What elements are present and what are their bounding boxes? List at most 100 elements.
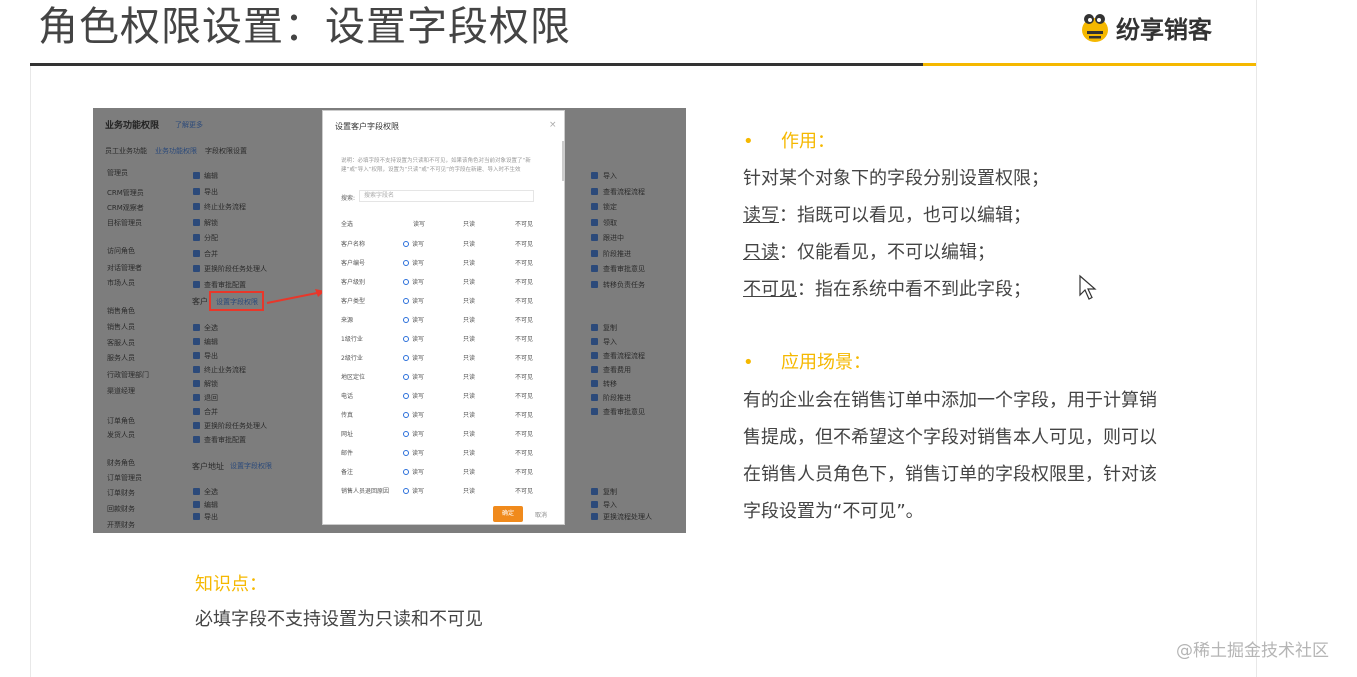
bg-sidebar-item: 销售角色 — [107, 307, 135, 315]
invisible-option[interactable]: 不可见 — [515, 429, 533, 438]
radio-icon[interactable] — [403, 488, 409, 494]
invisible-option[interactable]: 不可见 — [515, 239, 533, 248]
invisible-option[interactable]: 不可见 — [515, 334, 533, 343]
bg-permission-item: 导入 — [603, 338, 617, 346]
read-only-option[interactable]: 只读 — [463, 239, 475, 248]
read-only-option[interactable]: 只读 — [463, 391, 475, 400]
invisible-option[interactable]: 不可见 — [515, 448, 533, 457]
section-scenario-title: 应用场景： — [781, 352, 871, 373]
invisible-option[interactable]: 不可见 — [515, 486, 533, 495]
radio-icon[interactable] — [403, 412, 409, 418]
radio-icon[interactable] — [403, 298, 409, 304]
cancel-button[interactable]: 取消 — [535, 510, 547, 519]
search-input[interactable]: 搜索字段名 — [359, 190, 534, 202]
bg-permission-item: 查看审批意见 — [603, 265, 645, 273]
read-write-option[interactable]: 读写 — [403, 467, 424, 476]
read-only-option[interactable]: 只读 — [463, 410, 475, 419]
invisible-option[interactable]: 不可见 — [515, 353, 533, 362]
page-title: 角色权限设置：设置字段权限 — [38, 4, 571, 50]
read-write-option[interactable]: 读写 — [403, 410, 424, 419]
close-icon[interactable]: × — [549, 120, 557, 130]
radio-icon[interactable] — [403, 317, 409, 323]
bg-sidebar-item: 订单财务 — [107, 489, 135, 497]
page-border-right — [1256, 0, 1257, 677]
radio-icon[interactable] — [403, 469, 409, 475]
select-all-row[interactable]: 全选 读写 只读 不可见 — [341, 219, 551, 229]
invisible-term: 不可见 — [743, 279, 797, 300]
bg-link-field-permission: 设置字段权限 — [230, 462, 272, 470]
bg-sidebar-item: 发货人员 — [107, 431, 135, 439]
read-write-label: 读写 — [412, 298, 425, 305]
read-write-option[interactable]: 读写 — [403, 486, 424, 495]
read-only-header[interactable]: 只读 — [463, 219, 475, 228]
radio-icon[interactable] — [403, 450, 409, 456]
read-write-option[interactable]: 读写 — [403, 334, 424, 343]
read-write-label: 读写 — [412, 355, 425, 362]
read-write-label: 读写 — [412, 488, 425, 495]
invisible-option[interactable]: 不可见 — [515, 467, 533, 476]
bg-permission-item: 分配 — [204, 234, 218, 242]
read-write-option[interactable]: 读写 — [403, 391, 424, 400]
read-write-header[interactable]: 读写 — [413, 219, 425, 228]
field-row: 1级行业 读写 只读 不可见 — [341, 334, 551, 344]
invisible-option[interactable]: 不可见 — [515, 391, 533, 400]
invisible-option[interactable]: 不可见 — [515, 277, 533, 286]
read-write-option[interactable]: 读写 — [403, 448, 424, 457]
invisible-option[interactable]: 不可见 — [515, 315, 533, 324]
field-row: 邮件 读写 只读 不可见 — [341, 448, 551, 458]
invisible-option[interactable]: 不可见 — [515, 372, 533, 381]
read-only-option[interactable]: 只读 — [463, 467, 475, 476]
read-only-option[interactable]: 只读 — [463, 334, 475, 343]
field-name: 地区定位 — [341, 374, 366, 381]
invisible-option[interactable]: 不可见 — [515, 410, 533, 419]
invisible-header[interactable]: 不可见 — [515, 219, 533, 228]
dialog-scrollbar[interactable] — [562, 141, 564, 181]
invisible-desc: ：指在系统中看不到此字段； — [797, 279, 1031, 300]
radio-icon[interactable] — [403, 355, 409, 361]
read-write-option[interactable]: 读写 — [403, 277, 424, 286]
radio-icon[interactable] — [403, 241, 409, 247]
invisible-option[interactable]: 不可见 — [515, 258, 533, 267]
radio-icon[interactable] — [403, 374, 409, 380]
radio-icon[interactable] — [403, 260, 409, 266]
section-purpose-title: 作用： — [781, 131, 835, 152]
bg-permission-item: 阶段推进 — [603, 249, 631, 258]
radio-icon[interactable] — [403, 279, 409, 285]
read-only-option[interactable]: 只读 — [463, 258, 475, 267]
bg-permission-item: 导入 — [603, 172, 617, 180]
read-only-option[interactable]: 只读 — [463, 372, 475, 381]
read-only-option[interactable]: 只读 — [463, 315, 475, 324]
checkbox-icon — [591, 380, 598, 387]
field-name: 客户类型 — [341, 298, 366, 305]
bg-permission-item: 导出 — [204, 513, 218, 521]
read-write-option[interactable]: 读写 — [403, 239, 424, 248]
read-only-option[interactable]: 只读 — [463, 429, 475, 438]
read-write-option[interactable]: 读写 — [403, 429, 424, 438]
read-only-option[interactable]: 只读 — [463, 296, 475, 305]
arrow-icon — [266, 289, 325, 304]
read-only-option[interactable]: 只读 — [463, 486, 475, 495]
read-only-option[interactable]: 只读 — [463, 448, 475, 457]
checkbox-icon — [591, 187, 598, 195]
read-write-option[interactable]: 读写 — [403, 353, 424, 362]
radio-icon[interactable] — [403, 336, 409, 342]
bg-sidebar: 管理员 CRM管理员 CRM观察者 目标管理员 访问角色 对话管理者 市场人员 销售角色 销售人… — [93, 156, 175, 533]
set-field-permission-link[interactable]: 设置字段权限 — [216, 297, 258, 307]
read-write-option[interactable]: 读写 — [403, 315, 424, 324]
page-border-left — [30, 66, 31, 677]
checkbox-icon — [193, 513, 200, 520]
field-row: 电话 读写 只读 不可见 — [341, 391, 551, 401]
read-write-option[interactable]: 读写 — [403, 258, 424, 267]
radio-icon[interactable] — [403, 431, 409, 437]
invisible-option[interactable]: 不可见 — [515, 296, 533, 305]
field-row: 地区定位 读写 只读 不可见 — [341, 372, 551, 382]
ok-button[interactable]: 确定 — [493, 506, 523, 522]
read-only-option[interactable]: 只读 — [463, 353, 475, 362]
radio-icon[interactable] — [403, 393, 409, 399]
scenario-line: 有的企业会在销售订单中添加一个字段，用于计算销 — [743, 390, 1157, 411]
bee-logo-icon — [1078, 10, 1112, 44]
read-only-option[interactable]: 只读 — [463, 277, 475, 286]
read-write-option[interactable]: 读写 — [403, 372, 424, 381]
read-write-option[interactable]: 读写 — [403, 296, 424, 305]
field-name: 来源 — [341, 317, 354, 324]
